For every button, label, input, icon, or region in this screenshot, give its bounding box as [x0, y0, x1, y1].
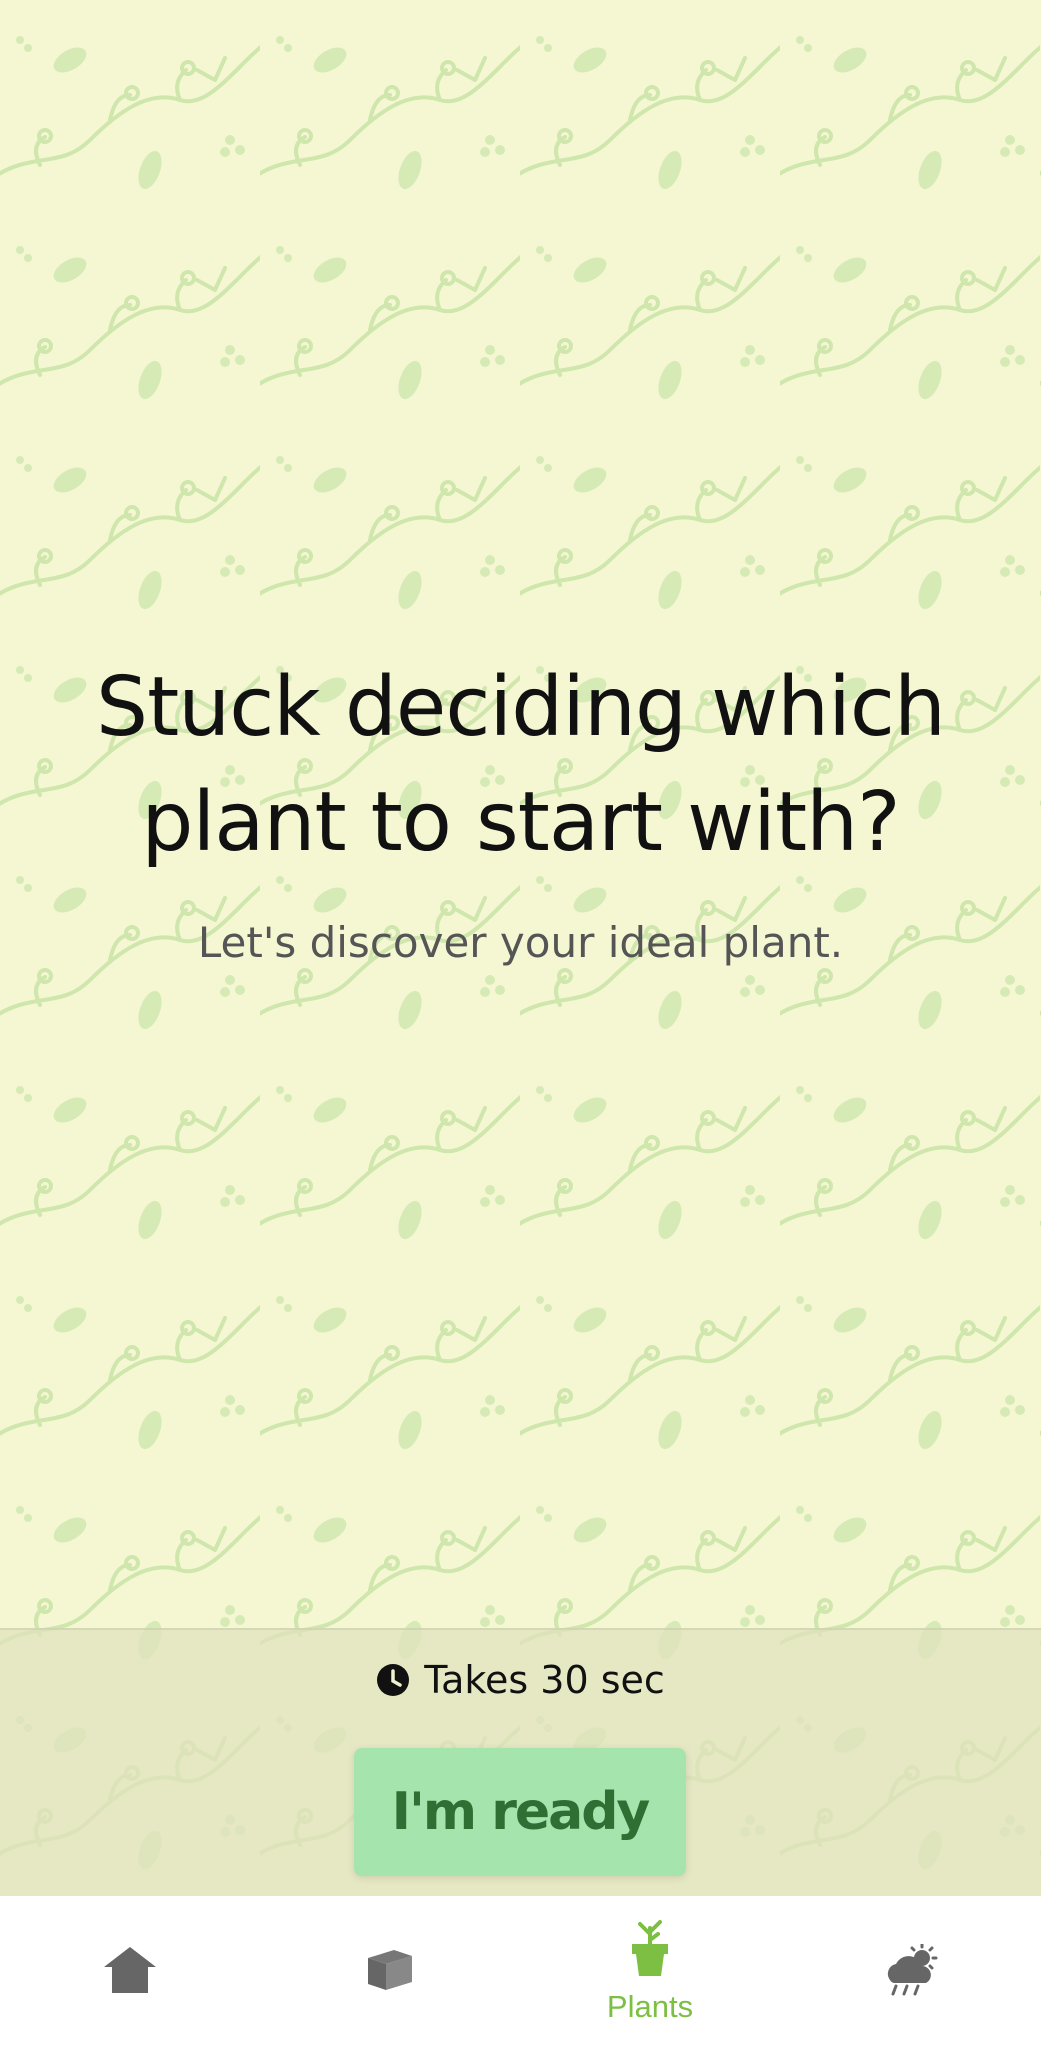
weather-icon — [880, 1942, 940, 2001]
im-ready-button[interactable]: I'm ready — [354, 1748, 686, 1876]
hero-section: Stuck deciding which plant to start with… — [0, 650, 1041, 967]
nav-item-home[interactable] — [0, 1896, 260, 2048]
title-line-1: Stuck deciding which — [96, 660, 946, 755]
page-title: Stuck deciding which plant to start with… — [71, 650, 971, 880]
potted-plant-icon — [630, 1919, 670, 1983]
duration-text: Takes 30 sec — [424, 1658, 665, 1702]
duration-indicator: Takes 30 sec — [0, 1658, 1041, 1702]
bottom-navigation: Plants — [0, 1896, 1041, 2048]
clock-icon — [376, 1663, 410, 1697]
nav-item-plants[interactable]: Plants — [520, 1896, 780, 2048]
box-icon — [364, 1948, 416, 1997]
nav-item-box[interactable] — [260, 1896, 520, 2048]
title-line-2: plant to start with? — [141, 775, 900, 870]
nav-item-weather[interactable] — [780, 1896, 1040, 2048]
page-subtitle: Let's discover your ideal plant. — [197, 918, 844, 967]
nav-label-plants: Plants — [606, 1988, 694, 2024]
home-icon — [102, 1945, 158, 2000]
